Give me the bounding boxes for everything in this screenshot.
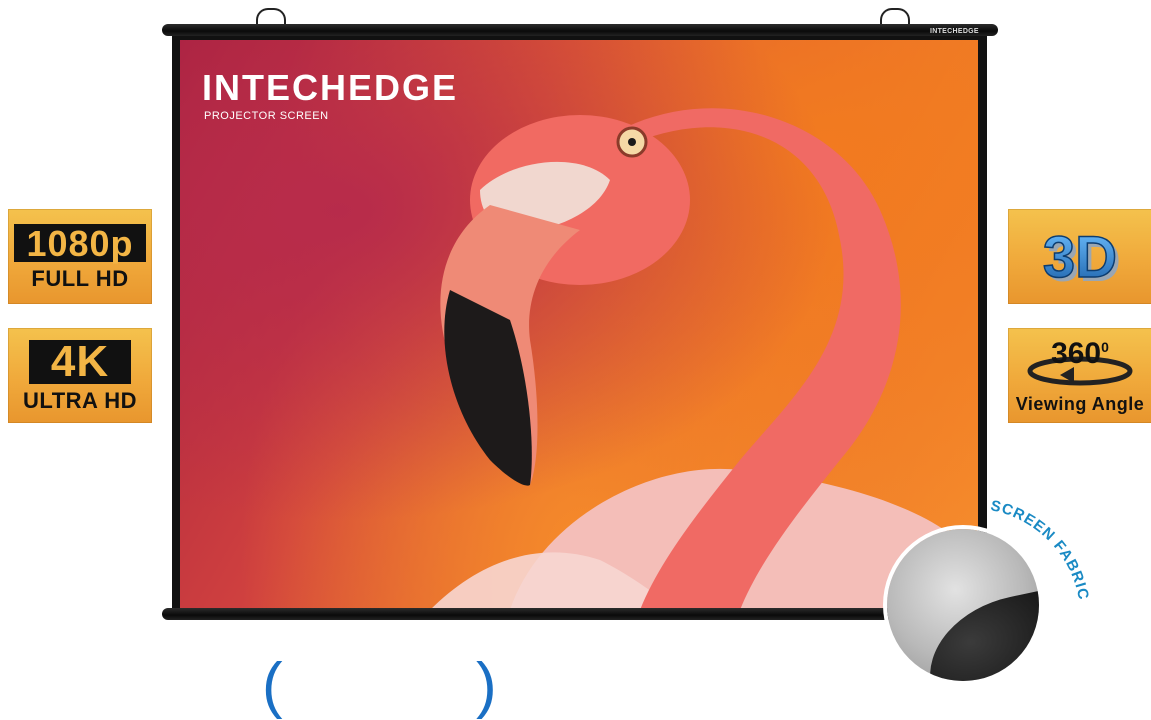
badge-sub-label: ULTRA HD — [23, 387, 137, 413]
360-label: 360 — [1051, 336, 1102, 370]
svg-text:SCREEN FABRIC: SCREEN FABRIC — [990, 500, 1090, 602]
brand-logo: INTECHEDGE — [202, 67, 459, 108]
360-icon: 3600 — [1020, 336, 1140, 391]
screen-fabric-label: SCREEN FABRIC — [990, 500, 1090, 602]
bottom-rod — [162, 608, 998, 620]
badge-4k-ultra-hd: 4K ULTRA HD — [8, 328, 152, 423]
badge-resolution-label: 4K — [28, 339, 132, 384]
top-rod — [162, 24, 998, 36]
projector-screen-image: INTECHEDGE PROJECTOR SCREEN — [180, 40, 978, 610]
flamingo-illustration — [430, 108, 978, 610]
badge-3d: 3D 3D — [1008, 209, 1151, 304]
viewing-angle-label: Viewing Angle — [1015, 393, 1145, 414]
rod-brand-label: INTECHEDGE — [930, 28, 979, 35]
bracket-left-icon: ( — [262, 651, 283, 720]
degree-label: 0 — [1101, 338, 1109, 355]
screen-fabric-text: SCREEN FABRIC — [990, 500, 1090, 602]
badge-resolution-label: 1080p — [14, 223, 146, 262]
badge-1080p-full-hd: 1080p FULL HD — [8, 209, 152, 304]
badge-360-viewing-angle: 3600 Viewing Angle — [1008, 328, 1151, 423]
3d-icon: 3D 3D — [1042, 224, 1121, 292]
3d-label: 3D — [1043, 225, 1117, 290]
badge-sub-label: FULL HD — [31, 265, 129, 291]
brand-tagline: PROJECTOR SCREEN — [204, 110, 329, 122]
bracket-right-icon: ) — [476, 651, 497, 720]
